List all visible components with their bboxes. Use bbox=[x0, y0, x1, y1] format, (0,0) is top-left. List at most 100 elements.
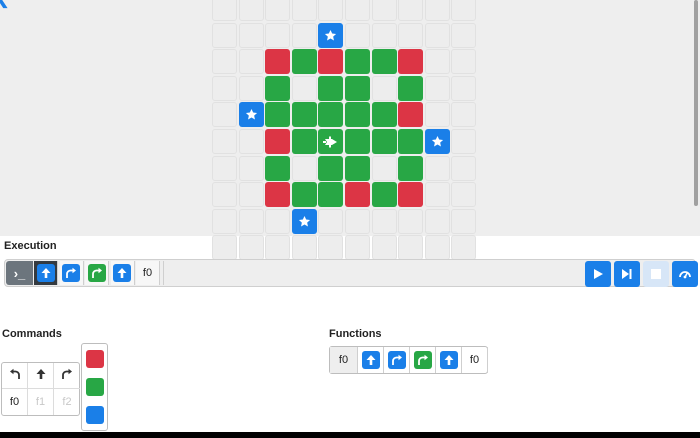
execution-track bbox=[163, 261, 583, 285]
board-cell-empty bbox=[424, 208, 450, 234]
board-cell-empty bbox=[398, 22, 424, 48]
board-cell-empty bbox=[345, 235, 370, 261]
function-f0-slot-3[interactable] bbox=[436, 347, 462, 373]
board-cell-empty bbox=[371, 0, 397, 21]
board-cell-empty bbox=[451, 208, 477, 234]
board-cell-green bbox=[345, 49, 370, 75]
board-cell-green bbox=[398, 75, 424, 101]
function-f0-slot-4[interactable]: f0 bbox=[462, 347, 488, 373]
board-cell-green bbox=[398, 129, 424, 154]
board-cell-green bbox=[318, 155, 344, 181]
board-cell-empty bbox=[371, 22, 397, 48]
board-cell-red bbox=[345, 182, 370, 208]
scrollbar[interactable] bbox=[694, 0, 698, 206]
turn-right-icon bbox=[62, 264, 80, 282]
board-cell-empty bbox=[424, 102, 450, 128]
step-icon bbox=[622, 269, 632, 279]
function-command-f1[interactable]: f1 bbox=[28, 389, 54, 415]
board-cell-empty bbox=[212, 102, 237, 128]
execution-label: Execution bbox=[4, 240, 57, 252]
board-cell-empty bbox=[451, 0, 477, 21]
function-f0-slot-2[interactable] bbox=[410, 347, 436, 373]
board-cell-green bbox=[371, 182, 397, 208]
back-arrow-icon[interactable]: ❮ bbox=[0, 0, 16, 8]
turn-right-icon bbox=[87, 264, 106, 282]
execution-slot-3[interactable] bbox=[110, 261, 135, 285]
board-cell-empty bbox=[424, 182, 450, 208]
turn-right-command[interactable] bbox=[54, 363, 80, 389]
up-arrow-command[interactable] bbox=[28, 363, 54, 389]
board-cell-empty bbox=[212, 235, 237, 261]
board-cell-empty bbox=[212, 155, 237, 181]
turn-left-command[interactable] bbox=[2, 363, 28, 389]
star-icon bbox=[239, 102, 264, 127]
board-cell-empty bbox=[345, 22, 370, 48]
stop-button[interactable] bbox=[643, 261, 669, 287]
function-f0-slot-1[interactable] bbox=[384, 347, 410, 373]
board-cell-empty bbox=[451, 129, 477, 154]
execution-slot-1[interactable] bbox=[59, 261, 84, 285]
star-cell bbox=[238, 102, 264, 128]
board-cell-empty bbox=[212, 208, 237, 234]
up-arrow-icon bbox=[439, 351, 458, 369]
board-cell-empty bbox=[424, 22, 450, 48]
execution-slot-4[interactable]: f0 bbox=[136, 261, 160, 285]
board-cell-empty bbox=[291, 75, 317, 101]
board-cell-red bbox=[398, 182, 424, 208]
function-f0-call-label: f0 bbox=[469, 354, 480, 366]
board-cell-green bbox=[398, 155, 424, 181]
star-cell bbox=[424, 129, 450, 154]
step-button[interactable] bbox=[614, 261, 640, 287]
execution-slot-0[interactable] bbox=[34, 261, 58, 285]
board-cell-empty bbox=[238, 0, 264, 21]
board-cell-empty bbox=[318, 208, 344, 234]
stop-icon bbox=[651, 269, 661, 279]
board-cell-red bbox=[398, 49, 424, 75]
star-icon bbox=[425, 129, 450, 154]
bottom-bar bbox=[0, 432, 700, 438]
board-cell-empty bbox=[451, 155, 477, 181]
color-swatch-0[interactable] bbox=[86, 350, 104, 368]
star-cell bbox=[291, 208, 317, 234]
color-swatch-1[interactable] bbox=[86, 378, 104, 396]
board-cell-green bbox=[345, 75, 370, 101]
board-cell-green bbox=[291, 102, 317, 128]
star-icon bbox=[318, 23, 343, 48]
board-cell-empty bbox=[265, 0, 291, 21]
up-arrow-icon bbox=[35, 368, 47, 383]
up-arrow-icon bbox=[361, 351, 380, 369]
board-cell-empty bbox=[291, 155, 317, 181]
board-cell-green bbox=[345, 102, 370, 128]
board-area: ❮ bbox=[0, 0, 700, 261]
turn-left-icon bbox=[9, 368, 21, 383]
board-cell-empty bbox=[318, 0, 344, 21]
board-cell-empty bbox=[291, 235, 317, 261]
board-cell-empty bbox=[238, 22, 264, 48]
function-command-f0[interactable]: f0 bbox=[2, 389, 28, 415]
board-cell-empty bbox=[345, 208, 370, 234]
board-cell-red bbox=[265, 49, 291, 75]
function-row-f0: f0 f0 bbox=[329, 346, 488, 374]
board-cell-empty bbox=[212, 129, 237, 154]
board-cell-green bbox=[371, 49, 397, 75]
function-f0-slot-0[interactable] bbox=[358, 347, 384, 373]
up-arrow-icon bbox=[36, 264, 55, 282]
speed-button[interactable] bbox=[672, 261, 698, 287]
execution-call-label: f0 bbox=[142, 267, 153, 279]
functions-label: Functions bbox=[329, 328, 382, 340]
board-cell-red bbox=[318, 49, 344, 75]
board-cell-empty bbox=[265, 208, 291, 234]
execution-slot-2[interactable] bbox=[85, 261, 109, 285]
play-icon bbox=[594, 269, 603, 279]
color-swatch-2[interactable] bbox=[86, 406, 104, 424]
board-cell-red bbox=[398, 102, 424, 128]
board-cell-green bbox=[371, 102, 397, 128]
board-cell-green bbox=[291, 49, 317, 75]
play-button[interactable] bbox=[585, 261, 611, 287]
board-cell-empty bbox=[238, 49, 264, 75]
up-arrow-icon bbox=[113, 264, 131, 282]
board-cell-empty bbox=[212, 49, 237, 75]
board-cell-empty bbox=[212, 0, 237, 21]
board-cell-empty bbox=[424, 75, 450, 101]
function-command-f2[interactable]: f2 bbox=[54, 389, 80, 415]
